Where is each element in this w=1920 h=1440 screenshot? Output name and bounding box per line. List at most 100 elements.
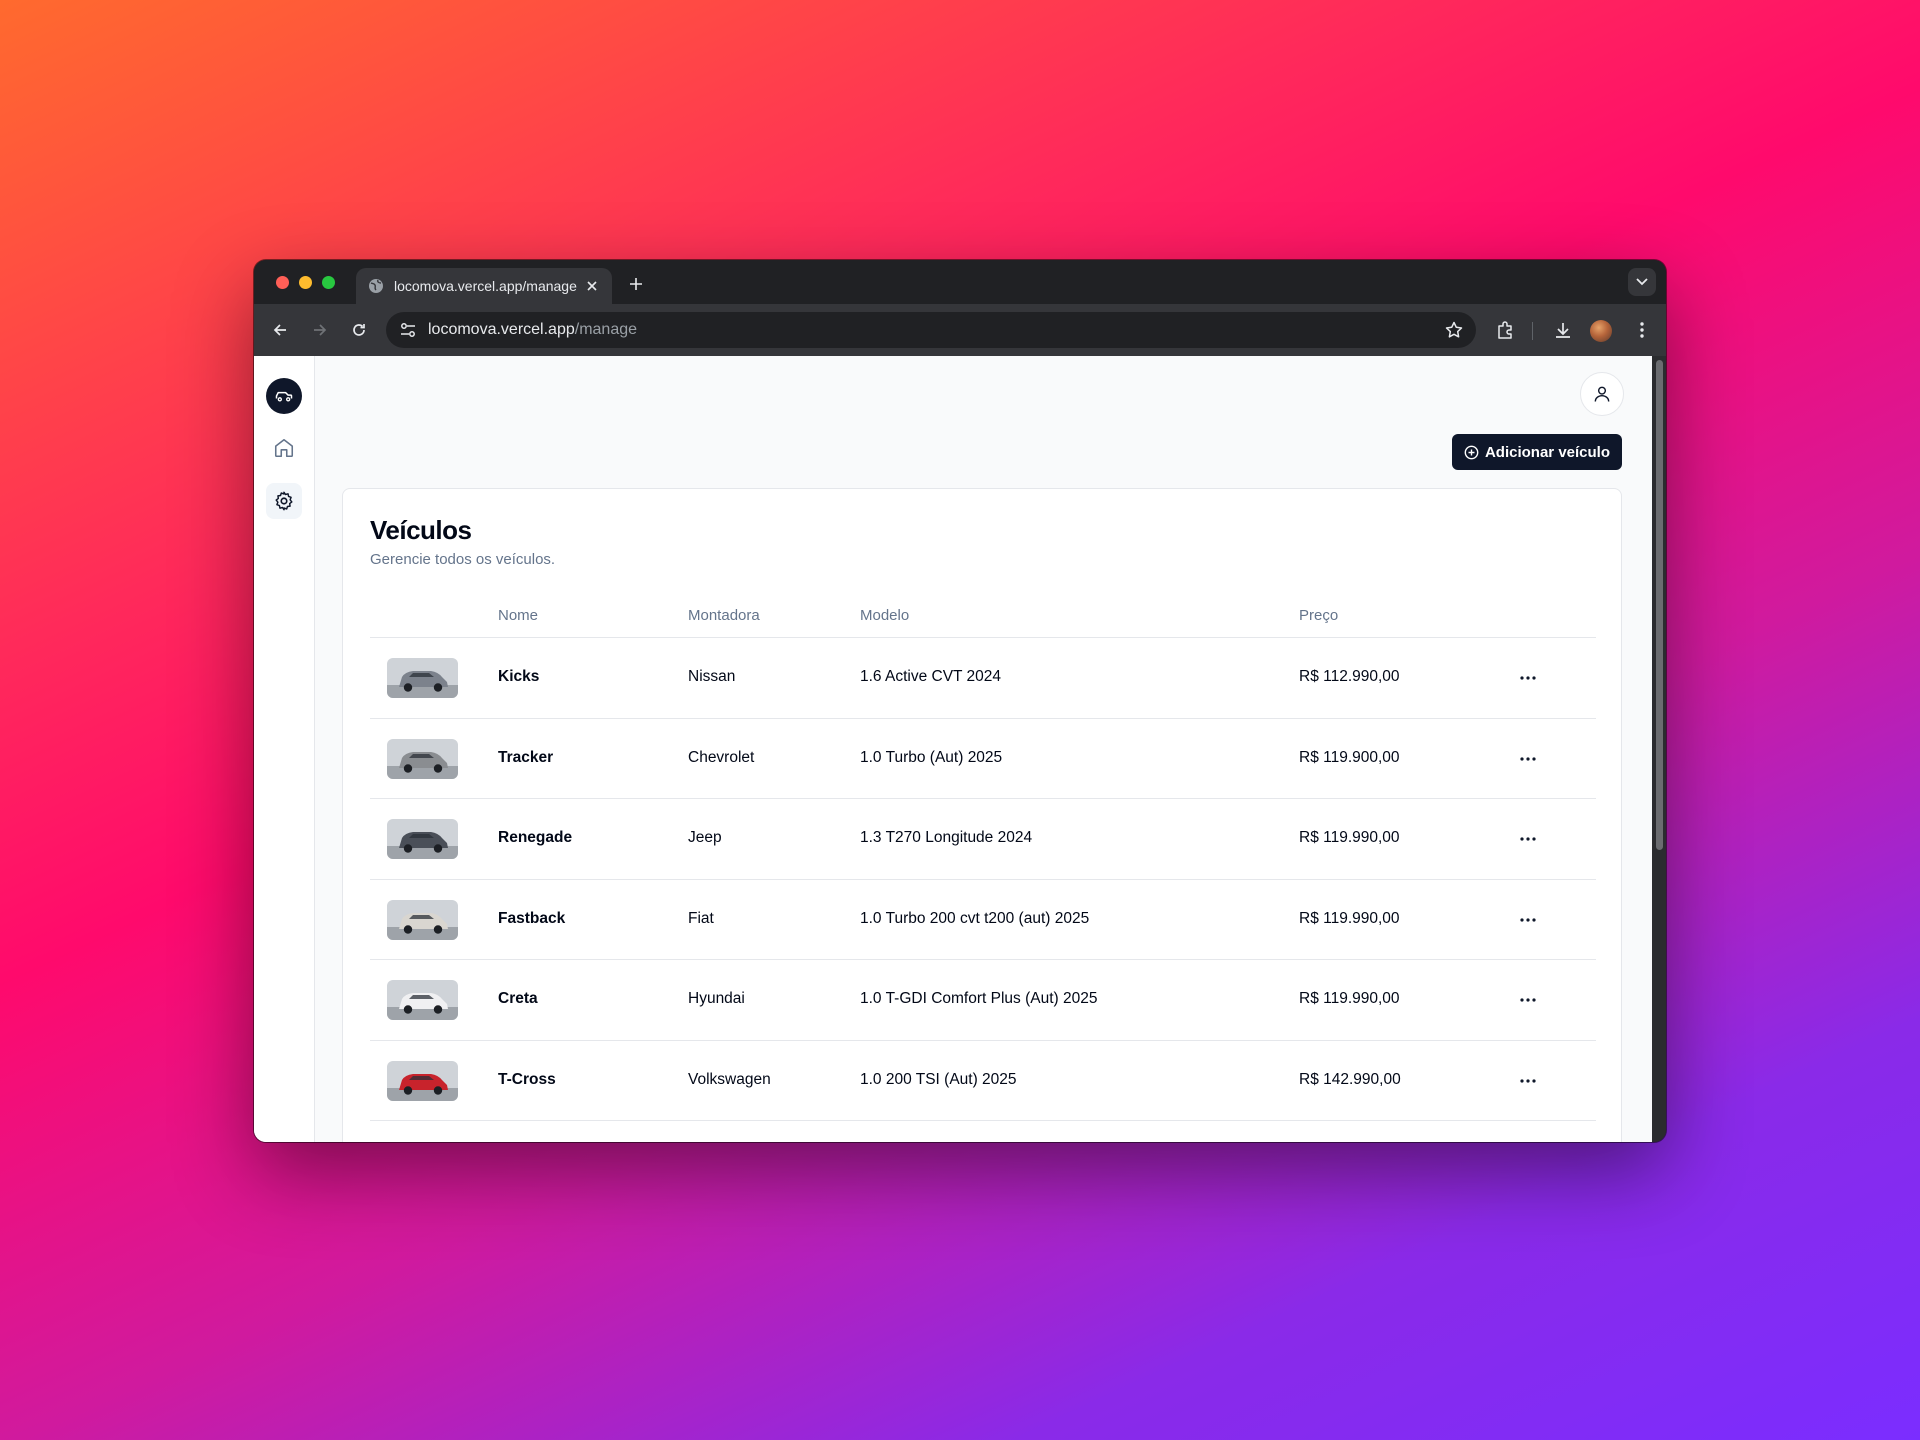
vehicle-price: R$ 119.990,00 xyxy=(1299,909,1400,927)
side-navigation xyxy=(254,356,315,1142)
app-logo[interactable] xyxy=(266,378,302,414)
url-text: locomova.vercel.app/manage xyxy=(428,321,1444,339)
reload-button[interactable] xyxy=(347,318,371,342)
browser-toolbar: locomova.vercel.app/manage xyxy=(254,304,1666,356)
extensions-icon[interactable] xyxy=(1493,318,1517,342)
user-menu-button[interactable] xyxy=(1580,372,1624,416)
globe-icon xyxy=(368,278,384,294)
vehicle-name: Creta xyxy=(498,990,538,1007)
more-horizontal-icon xyxy=(1520,1078,1536,1083)
car-icon xyxy=(274,386,294,406)
vehicle-price: R$ 119.990,00 xyxy=(1299,829,1400,846)
vehicle-maker: Hyundai xyxy=(688,990,745,1007)
url-host: locomova.vercel.app xyxy=(428,321,575,338)
row-actions-button[interactable] xyxy=(1514,906,1542,934)
page-title: Veículos xyxy=(370,515,472,545)
vehicle-model: 1.0 T-GDI Comfort Plus (Aut) 2025 xyxy=(860,990,1098,1007)
maximize-window-button[interactable] xyxy=(322,276,335,289)
page-viewport: Adicionar veículo Veículos Gerencie todo… xyxy=(254,356,1652,1142)
vehicle-maker: Jeep xyxy=(688,829,722,846)
column-header-price[interactable]: Preço xyxy=(1299,607,1338,624)
new-tab-button[interactable] xyxy=(624,272,648,296)
column-header-name[interactable]: Nome xyxy=(498,607,538,624)
vehicles-card: Veículos Gerencie todos os veículos. Nom… xyxy=(342,488,1622,1142)
vehicle-name: Kicks xyxy=(498,668,540,685)
address-bar[interactable]: locomova.vercel.app/manage xyxy=(386,312,1476,348)
gear-icon xyxy=(273,490,295,512)
vehicle-model: 1.0 Turbo 200 cvt t200 (aut) 2025 xyxy=(860,909,1090,927)
back-button[interactable] xyxy=(268,318,292,342)
more-horizontal-icon xyxy=(1520,998,1536,1002)
nav-item-home[interactable] xyxy=(266,430,302,466)
url-path: /manage xyxy=(574,321,638,338)
page-subtitle: Gerencie todos os veículos. xyxy=(370,551,556,568)
vehicle-maker: Nissan xyxy=(688,668,736,685)
more-horizontal-icon xyxy=(1520,756,1536,761)
close-window-button[interactable] xyxy=(276,276,289,289)
vehicle-price: R$ 119.900,00 xyxy=(1299,748,1400,766)
vehicle-thumbnail xyxy=(387,1060,458,1101)
bookmark-star-icon[interactable] xyxy=(1444,320,1464,340)
browser-window: locomova.vercel.app/manage locomova.verc… xyxy=(254,260,1666,1142)
table-header: Nome Montadora Modelo Preço xyxy=(370,597,1596,638)
table-row[interactable]: Fastback Fiat 1.0 Turbo 200 cvt t200 (aut)… xyxy=(370,880,1596,960)
vehicle-price: R$ 142.990,00 xyxy=(1299,1070,1401,1088)
table-row[interactable]: T-Cross Volkswagen 1.0 200 TSI (Aut) 2025 R… xyxy=(370,1041,1596,1121)
plus-circle-icon xyxy=(1464,445,1479,460)
more-horizontal-icon xyxy=(1520,676,1536,680)
vehicle-model: 1.6 Active CVT 2024 xyxy=(860,668,1002,685)
browser-tab[interactable]: locomova.vercel.app/manage xyxy=(356,268,612,304)
row-actions-button[interactable] xyxy=(1514,745,1542,773)
profile-avatar[interactable] xyxy=(1590,320,1612,342)
minimize-window-button[interactable] xyxy=(299,276,312,289)
nav-item-settings[interactable] xyxy=(266,483,302,519)
row-actions-button[interactable] xyxy=(1514,1067,1542,1095)
vehicle-price: R$ 112.990,00 xyxy=(1299,668,1400,685)
vehicles-table: Nome Montadora Modelo Preço Kicks Nissan 1… xyxy=(370,597,1596,1121)
tab-title: locomova.vercel.app/manage xyxy=(394,278,577,294)
vehicle-thumbnail xyxy=(387,738,458,779)
tab-strip: locomova.vercel.app/manage xyxy=(254,260,1666,304)
row-actions-button[interactable] xyxy=(1514,986,1542,1014)
vehicle-name: T-Cross xyxy=(498,1070,556,1088)
table-row[interactable]: Creta Hyundai 1.0 T-GDI Comfort Plus (Aut)… xyxy=(370,960,1596,1041)
vehicle-price: R$ 119.990,00 xyxy=(1299,990,1400,1007)
vehicle-model: 1.3 T270 Longitude 2024 xyxy=(860,829,1033,846)
vehicle-thumbnail xyxy=(387,819,458,859)
table-row[interactable]: Kicks Nissan 1.6 Active CVT 2024 R$ 112.990… xyxy=(370,638,1596,719)
close-tab-icon[interactable] xyxy=(584,278,600,294)
vehicle-model: 1.0 Turbo (Aut) 2025 xyxy=(860,748,1003,766)
user-icon xyxy=(1592,384,1612,404)
vehicle-maker: Volkswagen xyxy=(688,1070,771,1088)
window-controls xyxy=(276,276,335,289)
more-horizontal-icon xyxy=(1520,917,1536,922)
column-header-maker[interactable]: Montadora xyxy=(688,607,760,624)
vehicle-name: Tracker xyxy=(498,748,554,766)
forward-button[interactable] xyxy=(308,318,332,342)
home-icon xyxy=(273,437,295,459)
vehicle-thumbnail xyxy=(387,899,458,940)
add-vehicle-label: Adicionar veículo xyxy=(1484,443,1611,461)
download-icon[interactable] xyxy=(1551,318,1575,342)
scrollbar-thumb[interactable] xyxy=(1656,360,1663,850)
vehicle-maker: Fiat xyxy=(688,909,714,927)
vehicle-maker: Chevrolet xyxy=(688,748,755,766)
vehicle-name: Fastback xyxy=(498,909,566,927)
row-actions-button[interactable] xyxy=(1514,664,1542,692)
column-header-model[interactable]: Modelo xyxy=(860,607,909,624)
add-vehicle-button[interactable]: Adicionar veículo xyxy=(1452,434,1622,470)
more-horizontal-icon xyxy=(1520,837,1536,841)
row-actions-button[interactable] xyxy=(1514,825,1542,853)
vehicle-model: 1.0 200 TSI (Aut) 2025 xyxy=(860,1070,1017,1088)
vehicle-thumbnail xyxy=(387,980,458,1020)
toolbar-divider xyxy=(1532,322,1533,340)
table-body: Kicks Nissan 1.6 Active CVT 2024 R$ 112.990… xyxy=(370,638,1596,1121)
browser-menu-icon[interactable] xyxy=(1630,318,1654,342)
table-row[interactable]: Renegade Jeep 1.3 T270 Longitude 2024 R$ 11… xyxy=(370,799,1596,880)
tab-search-button[interactable] xyxy=(1628,268,1656,296)
vehicle-thumbnail xyxy=(387,658,458,698)
table-row[interactable]: Tracker Chevrolet 1.0 Turbo (Aut) 2025 R$ 1… xyxy=(370,719,1596,799)
site-settings-icon[interactable] xyxy=(398,320,418,340)
vehicle-name: Renegade xyxy=(498,829,573,846)
page-scrollbar[interactable] xyxy=(1652,356,1666,1142)
